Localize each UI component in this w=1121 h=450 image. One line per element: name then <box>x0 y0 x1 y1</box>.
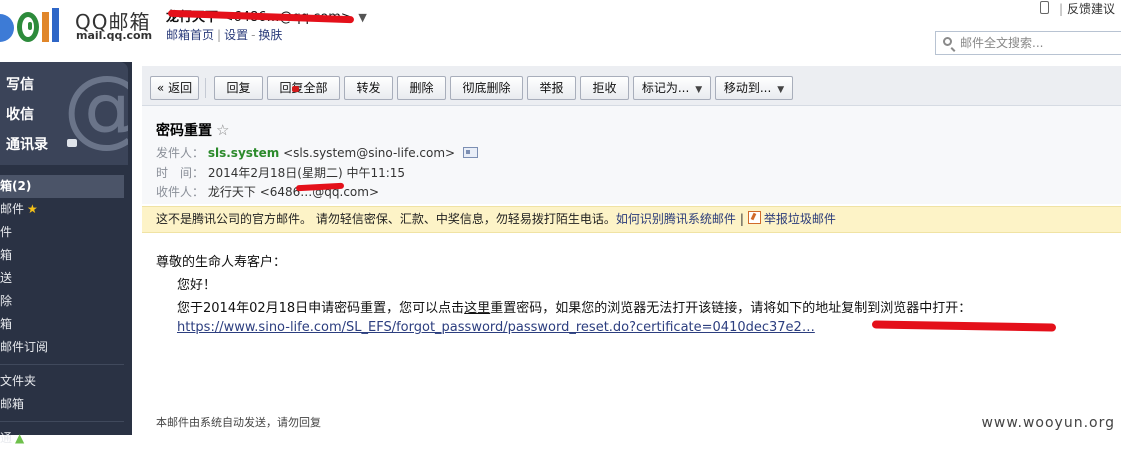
reset-password-url[interactable]: https://www.sino-life.com/SL_EFS/forgot_… <box>177 320 815 335</box>
chevron-down-icon: ▼ <box>695 85 703 95</box>
sidebar: @ 写信 收信 通讯录 箱(2) 邮件★ 件 箱 送 除 箱 邮件订阅 文件夹 … <box>0 62 132 445</box>
sidebar-item-drafts[interactable]: 箱 <box>0 244 132 267</box>
mail-greeting: 尊敬的生命人寿客户： <box>156 255 287 270</box>
sidebar-divider <box>0 421 124 422</box>
sidebar-item-subscriptions[interactable]: 邮件订阅 <box>0 336 132 359</box>
sidebar-item-starred[interactable]: 邮件 ★ <box>0 198 132 221</box>
subject-text: 密码重置 <box>156 123 212 139</box>
watermark-text: www.wooyun.org <box>981 415 1115 431</box>
sidebar-item-folders[interactable]: 文件夹 <box>0 370 132 393</box>
sidebar-item-deleted[interactable]: 除 <box>0 290 132 313</box>
star-icon: ★ <box>27 202 38 216</box>
contact-card-icon[interactable] <box>462 147 478 158</box>
reject-button[interactable]: 拒收 <box>580 76 629 100</box>
sender-row: 发件人： sls.system <sls.system@sino-life.co… <box>156 144 478 161</box>
star-outline-icon[interactable]: ☆ <box>216 121 229 139</box>
at-sign-icon: @ <box>63 64 128 150</box>
mail-hello: 您好！ <box>177 278 217 293</box>
toolbar-divider <box>205 78 206 98</box>
sidebar-divider <box>0 364 124 365</box>
sidebar-item-notes[interactable]: 通 ▲ <box>0 427 132 450</box>
move-to-dropdown[interactable]: 移动到... ▼ <box>715 76 793 100</box>
reply-all-button[interactable]: 回复全部 <box>267 76 340 100</box>
search-icon <box>943 37 952 46</box>
mark-as-dropdown[interactable]: 标记为... ▼ <box>633 76 711 100</box>
qq-mail-logo-icon[interactable] <box>0 2 59 42</box>
folder-list: 箱(2) 邮件 ★ 件 箱 送 除 箱 邮件订阅 文件夹 邮箱 通 ▲ <box>0 175 132 450</box>
sidebar-item-group[interactable]: 件 <box>0 221 132 244</box>
delete-permanently-button[interactable]: 彻底删除 <box>450 76 523 100</box>
report-spam-link[interactable]: 举报垃圾邮件 <box>764 212 836 226</box>
move-to-label: 移动到... <box>723 81 772 95</box>
time-value: 2014年2月18日(星期二) 中午11:15 <box>207 166 406 180</box>
sidebar-item-label: 邮件 <box>0 202 25 216</box>
top-header: QQ邮箱 mail.qq.com 龙行天下 <6486…@qq.com> ▼ 邮… <box>0 0 1121 62</box>
sidebar-item-label: 通 <box>0 431 13 445</box>
link-mail-home[interactable]: 邮箱首页 <box>166 28 214 42</box>
sidebar-item-sent[interactable]: 送 <box>0 267 132 290</box>
to-label: 收件人： <box>156 185 205 199</box>
back-button[interactable]: « 返回 <box>150 76 199 100</box>
time-row: 时 间： 2014年2月18日(星期二) 中午11:15 <box>156 164 405 181</box>
reset-here-link[interactable]: 这里 <box>464 301 490 316</box>
sender-address: <sls.system@sino-life.com> <box>283 146 456 160</box>
report-icon <box>747 211 761 224</box>
link-settings[interactable]: 设置 <box>224 28 248 42</box>
chevron-down-icon[interactable]: ▼ <box>358 11 366 24</box>
forward-button[interactable]: 转发 <box>344 76 393 100</box>
reply-button[interactable]: 回复 <box>214 76 263 100</box>
sidebar-item-other-mailbox[interactable]: 邮箱 <box>0 393 132 416</box>
recipient-row: 收件人： 龙行天下 <6486…@qq.com> <box>156 183 379 200</box>
chat-bubble-icon[interactable] <box>67 139 77 147</box>
delete-button[interactable]: 删除 <box>397 76 446 100</box>
top-right-links: | 反馈建议 <box>1039 0 1115 17</box>
header-links: 邮箱首页 | 设置 - 换肤 <box>166 28 283 42</box>
receive-button[interactable]: 收信 <box>6 104 34 124</box>
phone-icon[interactable] <box>1039 1 1049 14</box>
identify-mail-link[interactable]: 如何识别腾讯系统邮件 <box>616 212 736 226</box>
auto-sent-note: 本邮件由系统自动发送，请勿回复 <box>156 416 321 429</box>
security-warning-bar: 这不是腾讯公司的官方邮件。 请勿轻信密保、汇款、中奖信息，勿轻易拨打陌生电话。如… <box>142 206 1121 233</box>
feedback-link[interactable]: 反馈建议 <box>1067 2 1115 16</box>
from-label: 发件人： <box>156 146 205 160</box>
report-button[interactable]: 举报 <box>527 76 576 100</box>
mail-read-view: « 返回 回复 回复全部 转发 删除 彻底删除 举报 拒收 标记为... ▼ 移动… <box>142 66 1121 435</box>
sidebar-item-inbox[interactable]: 箱(2) <box>0 175 124 198</box>
recipient-name[interactable]: 龙行天下 <box>208 185 256 199</box>
paragraph-text: 重置密码，如果您的浏览器无法打开该链接，请将如下的地址复制到浏览器中打开： <box>490 301 972 316</box>
mail-toolbar: « 返回 回复 回复全部 转发 删除 彻底删除 举报 拒收 标记为... ▼ 移动… <box>142 66 1121 106</box>
warning-text: 这不是腾讯公司的官方邮件。 请勿轻信密保、汇款、中奖信息，勿轻易拨打陌生电话。 <box>156 212 616 226</box>
sender-name[interactable]: sls.system <box>208 146 279 160</box>
compose-button[interactable]: 写信 <box>6 74 34 94</box>
logo-subtitle: mail.qq.com <box>76 29 153 42</box>
sidebar-top-panel: @ 写信 收信 通讯录 <box>0 62 128 165</box>
mark-as-label: 标记为... <box>641 81 690 95</box>
mail-subject: 密码重置 ☆ <box>156 120 229 140</box>
contacts-button[interactable]: 通讯录 <box>6 134 48 154</box>
leaf-icon: ▲ <box>15 431 25 445</box>
mail-search[interactable] <box>935 31 1121 55</box>
chevron-down-icon: ▼ <box>777 85 785 95</box>
search-input[interactable] <box>958 35 1121 51</box>
mail-header: 密码重置 ☆ 发件人： sls.system <sls.system@sino-l… <box>142 106 1121 204</box>
reset-url-row: https://www.sino-life.com/SL_EFS/forgot_… <box>177 320 815 335</box>
mail-paragraph: 您于2014年02月18日申请密码重置，您可以点击这里重置密码，如果您的浏览器无… <box>177 297 971 316</box>
red-mark <box>292 86 299 92</box>
sidebar-item-spam[interactable]: 箱 <box>0 313 132 336</box>
time-label: 时 间： <box>156 166 205 180</box>
link-skin[interactable]: 换肤 <box>258 28 282 42</box>
paragraph-text: 您于2014年02月18日申请密码重置，您可以点击 <box>177 301 465 316</box>
